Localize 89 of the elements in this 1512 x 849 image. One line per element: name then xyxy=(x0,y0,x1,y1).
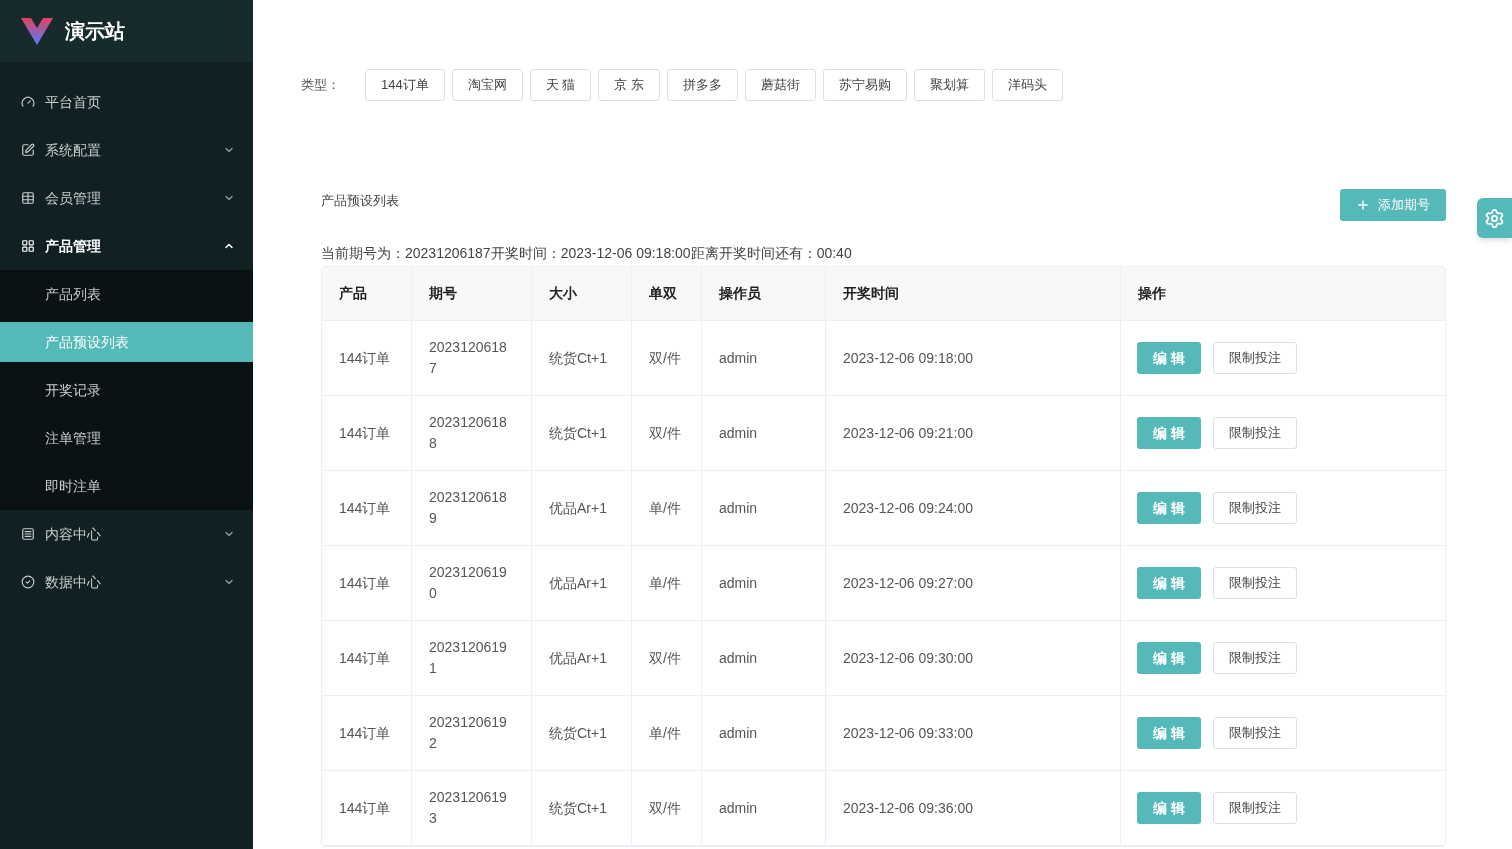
restrict-bet-button[interactable]: 限制投注 xyxy=(1212,342,1297,374)
table-cell-text: 20231206191 xyxy=(429,638,508,678)
table-cell-text: 20231206189 xyxy=(429,488,508,528)
sidebar-item[interactable]: 内容中心 xyxy=(0,510,253,558)
table-cell-text: 双/件 xyxy=(649,348,681,368)
table-cell-text: 20231206190 xyxy=(429,563,508,603)
edit-icon xyxy=(21,143,35,157)
table-cell-text: 144订单 xyxy=(339,348,391,368)
document-icon xyxy=(21,527,35,541)
table-cell-text: 统货Ct+1 xyxy=(549,348,607,368)
table-cell-text: admin xyxy=(719,423,758,443)
table-cell-text: 2023-12-06 09:18:00 xyxy=(843,348,973,368)
table-cell-text: 2023-12-06 09:36:00 xyxy=(843,798,973,818)
filter-button[interactable]: 淘宝网 xyxy=(451,69,523,101)
submenu-item[interactable]: 即时注单 xyxy=(0,466,253,506)
table-cell-text: admin xyxy=(719,498,758,518)
table-cell-text: 单/件 xyxy=(649,723,681,743)
sidebar-item[interactable]: 数据中心 xyxy=(0,558,253,606)
table-cell-text: 20231206192 xyxy=(429,713,508,753)
table-cell-text: 优品Ar+1 xyxy=(549,573,607,593)
table-cell-text: 2023-12-06 09:24:00 xyxy=(843,498,973,518)
sidebar-item[interactable]: 产品管理 xyxy=(0,222,253,270)
table-cell-text: 统货Ct+1 xyxy=(549,423,607,443)
table-cell-text: admin xyxy=(719,348,758,368)
filter-button[interactable]: 蘑菇街 xyxy=(744,69,816,101)
restrict-bet-button[interactable]: 限制投注 xyxy=(1212,642,1297,674)
table-cell-text: 144订单 xyxy=(339,648,391,668)
table-cell-text: 144订单 xyxy=(339,423,391,443)
current-period-info: 当前期号为：20231206187开奖时间：2023-12-06 09:18:00距离开奖时间还有：00:40 xyxy=(320,244,853,263)
column-header: 期号 xyxy=(412,267,532,320)
submenu-item[interactable]: 注单管理 xyxy=(0,418,253,458)
table-cell-text: 144订单 xyxy=(339,573,391,593)
table-icon xyxy=(21,191,35,205)
table-cell-text: admin xyxy=(719,648,758,668)
table-cell-text: 统货Ct+1 xyxy=(549,798,607,818)
filter-label: 类型： xyxy=(301,76,340,95)
column-header: 操作员 xyxy=(702,267,826,320)
table-cell-text: 144订单 xyxy=(339,498,391,518)
table-cell-text: 单/件 xyxy=(649,498,681,518)
filter-button[interactable]: 144订单 xyxy=(365,69,445,101)
column-header: 单双 xyxy=(632,267,702,320)
table-cell-text: 双/件 xyxy=(649,798,681,818)
restrict-bet-button[interactable]: 限制投注 xyxy=(1212,492,1297,524)
table-cell-text: admin xyxy=(719,573,758,593)
table-cell-text: 2023-12-06 09:21:00 xyxy=(843,423,973,443)
table-cell-text: 双/件 xyxy=(649,648,681,668)
restrict-bet-button[interactable]: 限制投注 xyxy=(1212,717,1297,749)
logo-icon xyxy=(21,17,53,45)
table-cell-text: 2023-12-06 09:27:00 xyxy=(843,573,973,593)
column-header: 大小 xyxy=(532,267,632,320)
table-cell-text: 2023-12-06 09:33:00 xyxy=(843,723,973,743)
column-header: 产品 xyxy=(322,267,412,320)
table-cell-text: admin xyxy=(719,798,758,818)
restrict-bet-button[interactable]: 限制投注 xyxy=(1212,567,1297,599)
table-cell-text: 20231206188 xyxy=(429,413,508,453)
settings-icon xyxy=(1484,207,1505,229)
table-cell-text: 20231206187 xyxy=(429,338,508,378)
section-title: 产品预设列表 xyxy=(321,192,399,210)
filter-button[interactable]: 天 猫 xyxy=(529,69,592,101)
table-cell-text: 20231206193 xyxy=(429,788,508,828)
filter-button[interactable]: 洋码头 xyxy=(991,69,1063,101)
plus-icon xyxy=(1356,198,1370,212)
sidebar-item[interactable]: 平台首页 xyxy=(0,78,253,126)
column-header: 开奖时间 xyxy=(826,267,1121,320)
sidebar-item[interactable]: 系统配置 xyxy=(0,126,253,174)
filter-button[interactable]: 京 东 xyxy=(598,69,660,101)
table-cell-text: 2023-12-06 09:30:00 xyxy=(843,648,973,668)
table-cell-text: 144订单 xyxy=(339,723,391,743)
check-circle-icon xyxy=(21,575,35,589)
table-cell-text: 优品Ar+1 xyxy=(549,498,607,518)
gauge-icon xyxy=(21,95,35,109)
table-cell-text: 单/件 xyxy=(649,573,681,593)
restrict-bet-button[interactable]: 限制投注 xyxy=(1212,417,1297,449)
restrict-bet-button[interactable]: 限制投注 xyxy=(1212,792,1297,824)
grid-icon xyxy=(21,239,35,253)
table-cell-text: 统货Ct+1 xyxy=(549,723,607,743)
column-header: 操作 xyxy=(1137,284,1167,303)
filter-button[interactable]: 苏宁易购 xyxy=(822,69,907,101)
table-cell-text: admin xyxy=(719,723,758,743)
sidebar-item[interactable]: 会员管理 xyxy=(0,174,253,222)
table-cell-text: 双/件 xyxy=(649,423,681,443)
filter-button[interactable]: 聚划算 xyxy=(913,69,985,101)
table-cell-text: 优品Ar+1 xyxy=(549,648,607,668)
brand-title: 演示站 xyxy=(65,19,125,44)
filter-button[interactable]: 拼多多 xyxy=(666,69,738,101)
table-cell-text: 144订单 xyxy=(339,798,391,818)
submenu-item[interactable]: 产品列表 xyxy=(0,274,253,314)
submenu-item[interactable]: 开奖记录 xyxy=(0,370,253,410)
settings-button[interactable] xyxy=(1477,198,1512,238)
